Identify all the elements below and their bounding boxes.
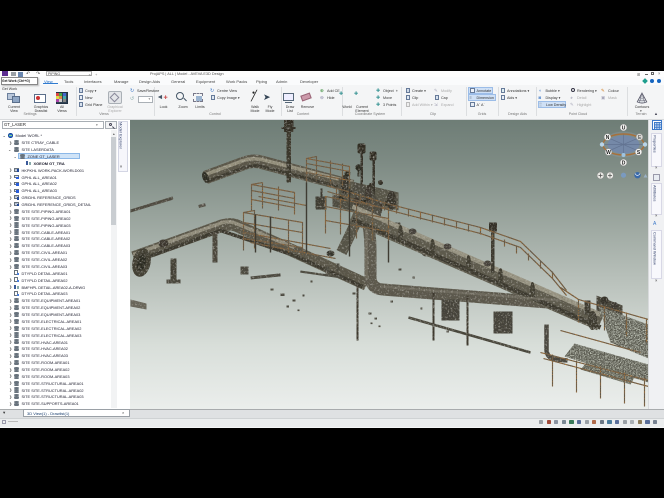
svg-text:W: W [606, 150, 611, 156]
svg-text:N: N [605, 135, 609, 141]
svg-text:D: D [621, 160, 625, 166]
svg-text:U: U [621, 125, 625, 131]
